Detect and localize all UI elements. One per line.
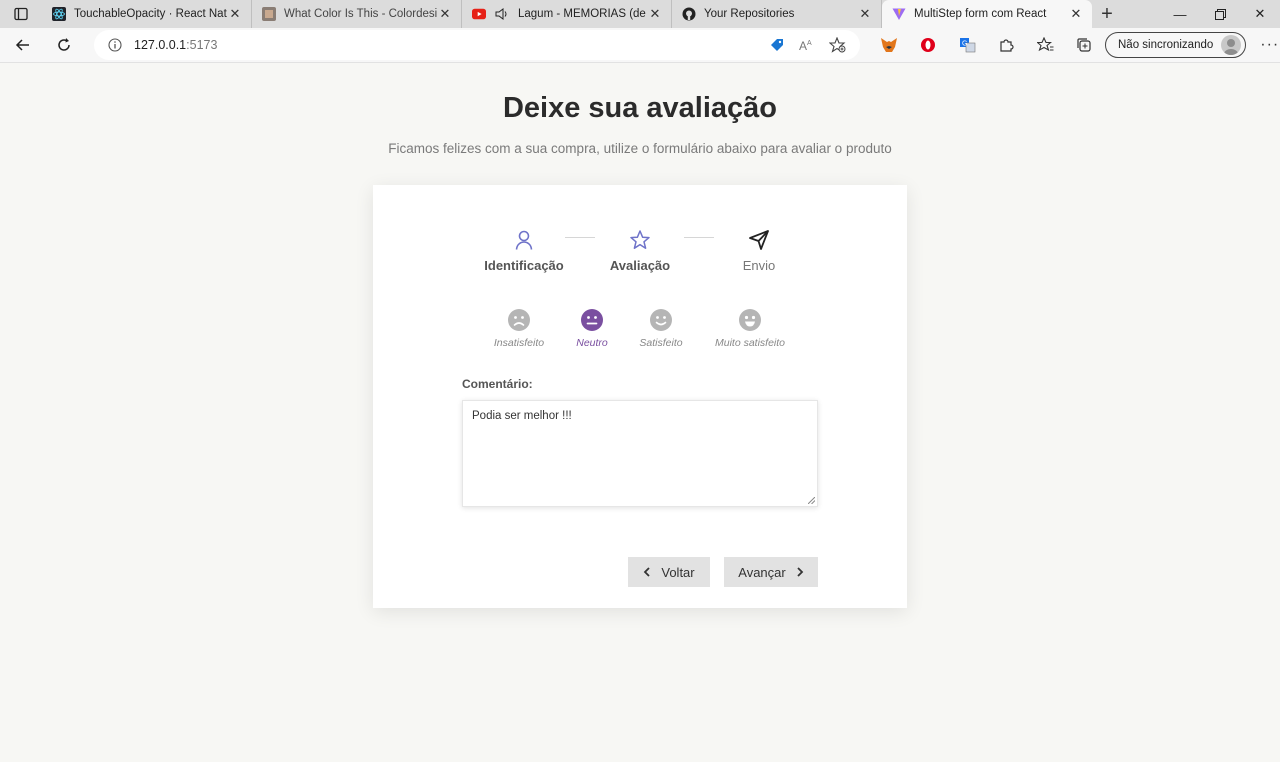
step-label: Avaliação (609, 258, 671, 273)
rating-options: Insatisfeito Neutro Satisfeito Muito sat… (373, 307, 907, 357)
vite-icon (892, 7, 906, 21)
progress-steps: Identificação Avaliação Envio (373, 225, 907, 285)
speaker-icon[interactable] (494, 7, 508, 21)
chevron-left-icon (644, 567, 651, 577)
back-button[interactable]: Voltar (628, 557, 710, 587)
next-button[interactable]: Avançar (724, 557, 818, 587)
close-tab-icon[interactable]: ✕ (227, 6, 243, 22)
more-menu-button[interactable]: ··· (1260, 36, 1279, 54)
close-window-icon[interactable]: ✕ (1240, 0, 1280, 28)
react-icon (52, 7, 66, 21)
chevron-right-icon (797, 567, 804, 577)
back-button-label: Voltar (661, 564, 695, 580)
address-bar[interactable]: 127.0.0.1:5173 AA (94, 30, 860, 60)
browser-tab-active[interactable]: MultiStep form com React ✕ (882, 0, 1092, 28)
browser-tab[interactable]: Your Repositories ✕ (672, 0, 882, 28)
arrow-left-icon (15, 39, 29, 51)
page-title: Deixe sua avaliação (502, 92, 778, 124)
opera-icon[interactable] (917, 34, 939, 56)
refresh-button[interactable] (46, 30, 82, 60)
tab-actions-button[interactable] (0, 0, 42, 28)
rating-muito-satisfeito[interactable]: Muito satisfeito (700, 307, 800, 349)
step-avaliacao: Avaliação (585, 225, 695, 273)
coupon-tag-icon[interactable] (769, 37, 785, 53)
browser-tabstrip: TouchableOpacity · React Native ✕ What C… (0, 0, 1280, 28)
step-identificacao: Identificação (469, 225, 579, 273)
frown-face-icon (508, 309, 530, 331)
smile-face-icon (650, 309, 672, 331)
metamask-icon[interactable] (878, 34, 900, 56)
browser-tab[interactable]: What Color Is This - Colordesigner ✕ (252, 0, 462, 28)
tab-title: MultiStep form com React (914, 8, 1047, 20)
colordesigner-icon (262, 7, 276, 21)
svg-text:A: A (807, 40, 812, 47)
tab-title: Your Repositories (704, 8, 795, 20)
youtube-icon (472, 7, 486, 21)
step-envio: Envio (704, 225, 814, 273)
github-icon (682, 7, 696, 21)
new-tab-button[interactable]: + (1092, 0, 1122, 28)
user-icon (515, 230, 533, 250)
url-text: 127.0.0.1:5173 (134, 38, 218, 52)
svg-text:A: A (799, 39, 807, 52)
rating-label: Satisfeito (639, 337, 683, 349)
tab-title: What Color Is This - Colordesigner (284, 8, 437, 20)
tab-title: Lagum - MEMÓRIAS (de onde eu vim) (518, 8, 647, 20)
extensions-puzzle-icon[interactable] (995, 34, 1017, 56)
comment-text: Podia ser melhor !!! (472, 410, 572, 422)
close-tab-icon[interactable]: ✕ (1068, 6, 1084, 22)
close-tab-icon[interactable]: ✕ (857, 6, 873, 22)
browser-toolbar: 127.0.0.1:5173 AA G Não sincronizando ··… (0, 28, 1280, 63)
resize-handle-icon[interactable] (808, 497, 815, 504)
back-nav-button[interactable] (5, 30, 41, 60)
next-button-label: Avançar (738, 564, 786, 580)
comment-textarea[interactable]: Podia ser melhor !!! (462, 400, 818, 507)
browser-tab[interactable]: Lagum - MEMÓRIAS (de onde eu vim) ✕ (462, 0, 672, 28)
page-subtitle: Ficamos felizes com a sua compra, utiliz… (388, 141, 892, 156)
star-icon (630, 230, 650, 249)
favorites-icon[interactable] (1034, 34, 1056, 56)
tab-actions-icon (14, 7, 28, 21)
svg-text:G: G (962, 41, 967, 48)
read-aloud-icon[interactable]: AA (799, 38, 815, 52)
close-tab-icon[interactable]: ✕ (437, 6, 453, 22)
profile-label: Não sincronizando (1118, 39, 1214, 51)
form-card: Identificação Avaliação Envio Insatisfei… (373, 185, 907, 608)
step-label: Envio (742, 258, 776, 273)
big-smile-face-icon (739, 309, 761, 331)
minimize-icon[interactable]: — (1160, 0, 1200, 28)
translate-icon[interactable]: G (956, 34, 978, 56)
info-icon[interactable] (108, 38, 122, 52)
send-icon (749, 230, 769, 250)
tab-title: TouchableOpacity · React Native (74, 8, 227, 20)
rating-label: Muito satisfeito (714, 337, 786, 349)
close-tab-icon[interactable]: ✕ (647, 6, 663, 22)
restore-icon[interactable] (1200, 0, 1240, 28)
window-controls: — ✕ (1160, 0, 1280, 28)
refresh-icon (58, 38, 70, 51)
collections-icon[interactable] (1073, 34, 1095, 56)
rating-satisfeito[interactable]: Satisfeito (611, 307, 711, 349)
profile-sync-button[interactable]: Não sincronizando (1105, 32, 1247, 58)
browser-tab[interactable]: TouchableOpacity · React Native ✕ (42, 0, 252, 28)
neutral-face-icon (581, 309, 603, 331)
add-favorite-icon[interactable] (829, 37, 846, 53)
step-label: Identificação (484, 258, 564, 273)
comment-label: Comentário: (462, 377, 533, 391)
avatar (1221, 35, 1242, 55)
